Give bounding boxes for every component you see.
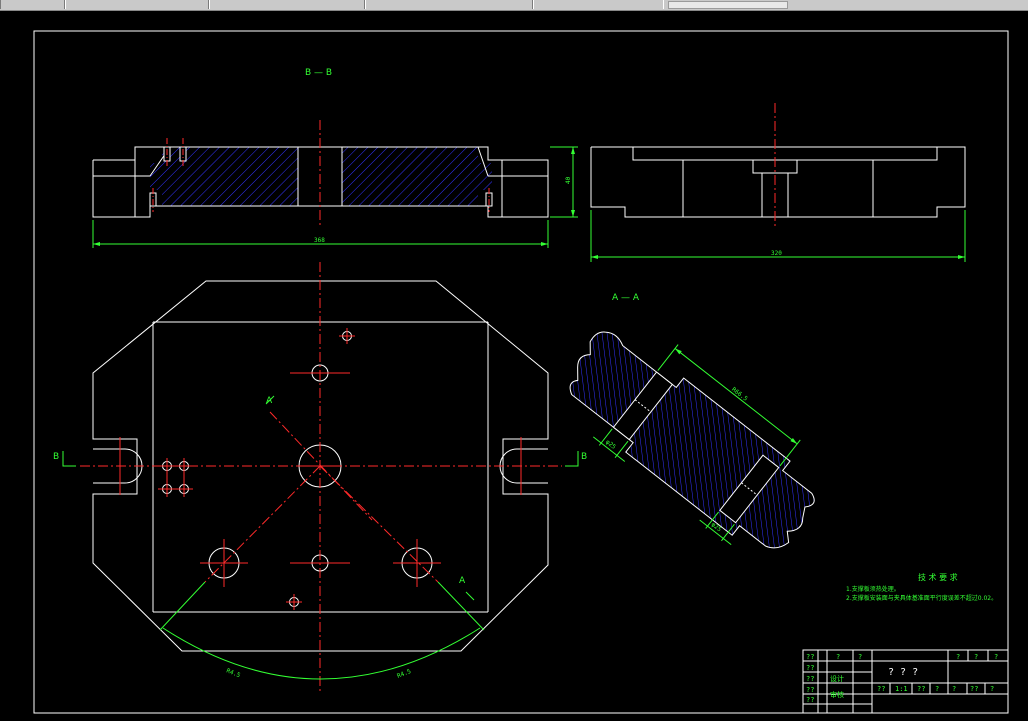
cut-label-a-bottom: A (459, 576, 466, 586)
svg-text:?: ? (836, 653, 840, 661)
dim-side-width: 320 (771, 250, 782, 257)
svg-text:?: ? (990, 685, 994, 693)
cut-label-a-top: A (266, 396, 273, 406)
svg-text:?: ? (994, 653, 998, 661)
svg-text:?: ? (956, 653, 960, 661)
svg-text:?: ? (858, 653, 862, 661)
notes-title: 技 术 要 求 (918, 572, 958, 582)
notes-line-1: 1.支撑板须热处理。 (846, 585, 900, 593)
svg-text:??: ?? (806, 653, 814, 661)
svg-text:设计: 设计 (830, 674, 844, 683)
cad-drawing-canvas[interactable]: B — B 368 40 320 B B A A R4.5 R4.5 A — A… (0, 0, 1028, 721)
svg-text:?: ? (974, 653, 978, 661)
section-bb-title: B — B (305, 68, 332, 78)
svg-text:??: ?? (970, 685, 978, 693)
section-aa-title: A — A (612, 293, 640, 303)
cut-label-b-right: B (581, 452, 587, 462)
svg-text:??: ?? (877, 685, 885, 693)
svg-text:?: ? (952, 685, 956, 693)
dim-front-width: 368 (314, 237, 325, 244)
svg-text:??: ?? (917, 685, 925, 693)
cut-label-b-left: B (53, 452, 59, 462)
svg-text:?: ? (935, 685, 939, 693)
notes-line-2: 2.支撑板安装面与夹具体基准面平行度误差不超过0.02。 (846, 594, 997, 602)
svg-text:??: ?? (806, 696, 814, 704)
svg-text:1:1: 1:1 (895, 685, 908, 693)
dim-front-height: 40 (565, 176, 572, 184)
svg-text:??: ?? (806, 664, 814, 672)
svg-text:??: ?? (806, 686, 814, 694)
svg-text:??: ?? (806, 675, 814, 683)
svg-text:审核: 审核 (830, 690, 844, 699)
svg-text:? ? ?: ? ? ? (888, 667, 918, 678)
